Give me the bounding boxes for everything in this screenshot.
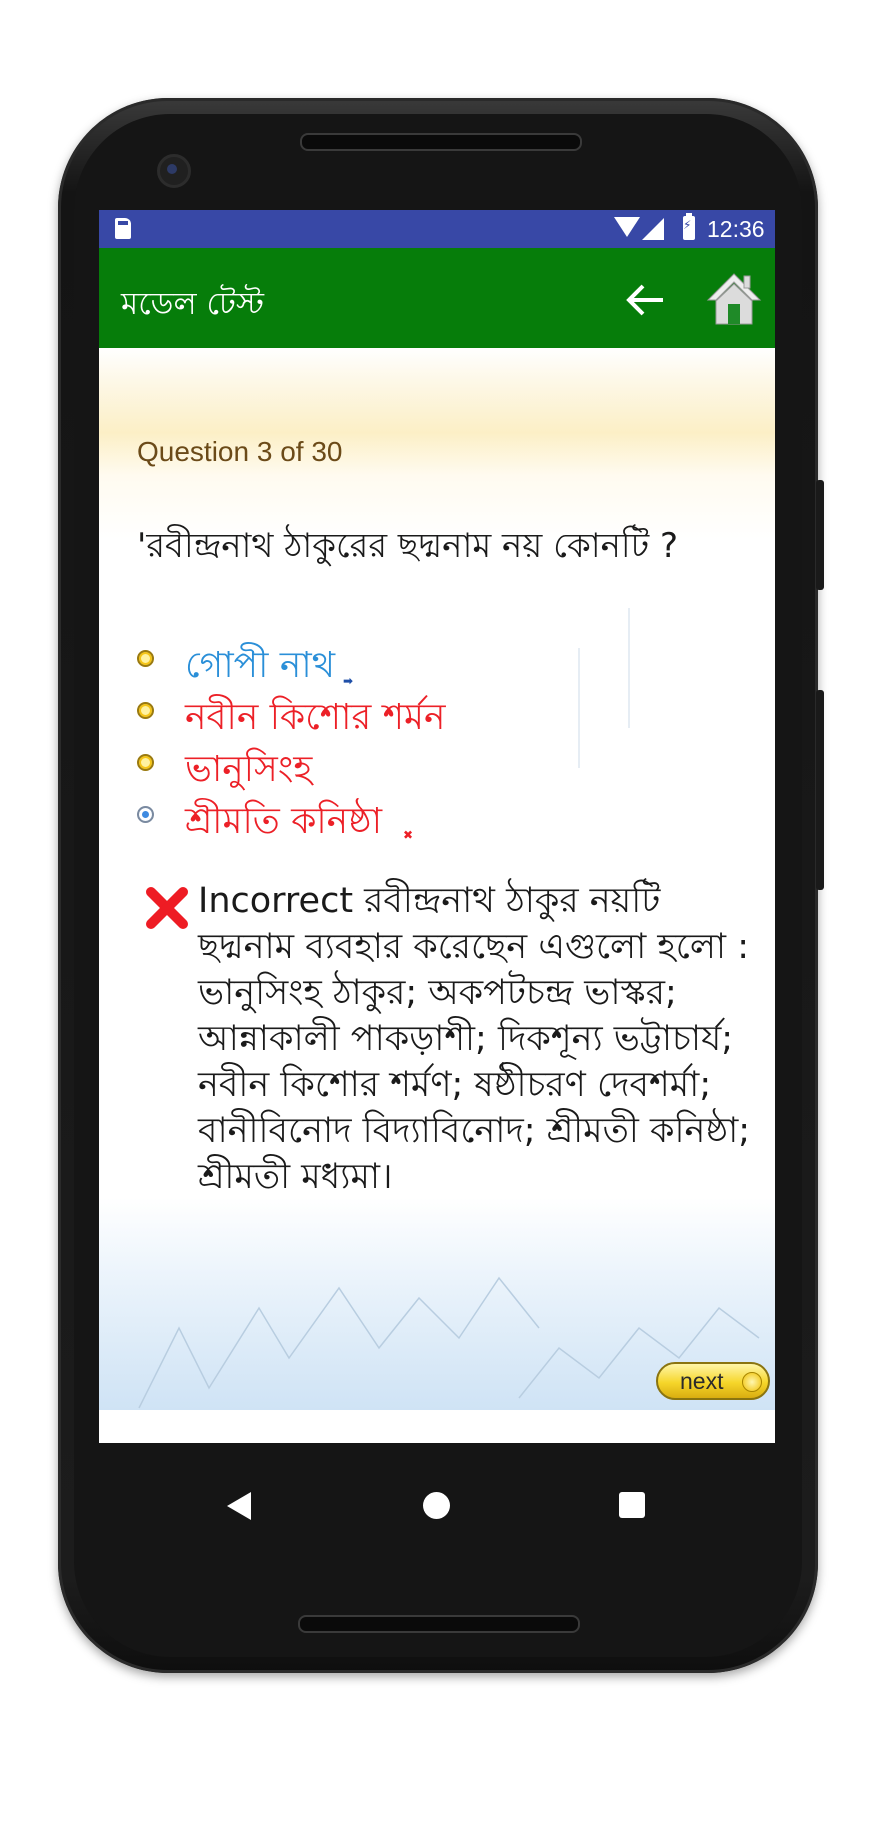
nav-recents-icon[interactable] (619, 1492, 645, 1518)
nav-back-icon[interactable] (227, 1492, 251, 1520)
question-counter: Question 3 of 30 (137, 436, 343, 467)
radio-button[interactable] (137, 754, 154, 771)
earpiece-speaker (300, 133, 582, 151)
app-bar: মডেল টেস্ট (99, 248, 775, 348)
feedback-explanation: Incorrect রবীন্দ্রনাথ ঠাকুর নয়টি ছদ্মনা… (198, 881, 751, 1197)
radio-button-selected[interactable] (137, 806, 154, 823)
red-x-icon (146, 887, 188, 929)
front-camera (157, 154, 191, 188)
correct-arrow-icon: ➡ (343, 674, 354, 688)
radio-button[interactable] (137, 650, 154, 667)
option-label: গোপী নাথ (185, 645, 336, 686)
signal-icon (642, 218, 664, 240)
quiz-content: Question 3 of 30 'রবীন্দ্রনাথ ঠাকুরের ছদ… (99, 348, 775, 1410)
next-button[interactable]: next (656, 1362, 770, 1400)
volume-button (816, 480, 824, 590)
screen: 12:36 মডেল টেস্ট Question 3 of 30 'রবীন্… (99, 210, 775, 1443)
sd-card-icon (115, 218, 131, 239)
option-label: শ্রীমতি কনিষ্ঠা (185, 801, 383, 842)
app-title: মডেল টেস্ট (121, 286, 265, 322)
home-icon[interactable] (706, 272, 762, 326)
wrong-mark-icon: ✖ (403, 828, 414, 842)
wifi-icon (614, 217, 640, 237)
arrow-left-icon[interactable] (621, 276, 669, 324)
battery-icon (683, 213, 695, 240)
power-button (816, 690, 824, 890)
next-label: next (680, 1368, 724, 1394)
clock: 12:36 (707, 216, 765, 242)
radio-button[interactable] (137, 702, 154, 719)
nav-home-icon[interactable] (423, 1492, 450, 1519)
system-nav-bar (99, 1450, 775, 1560)
question-text: 'রবীন্দ্রনাথ ঠাকুরের ছদ্মনাম নয় কোনটি ? (137, 526, 678, 566)
bottom-speaker (298, 1615, 580, 1633)
next-button-knob-icon (742, 1372, 762, 1392)
status-bar: 12:36 (99, 210, 775, 248)
option-label: নবীন কিশোর শর্মন (185, 697, 446, 738)
option-label: ভানুসিংহ (185, 749, 313, 790)
